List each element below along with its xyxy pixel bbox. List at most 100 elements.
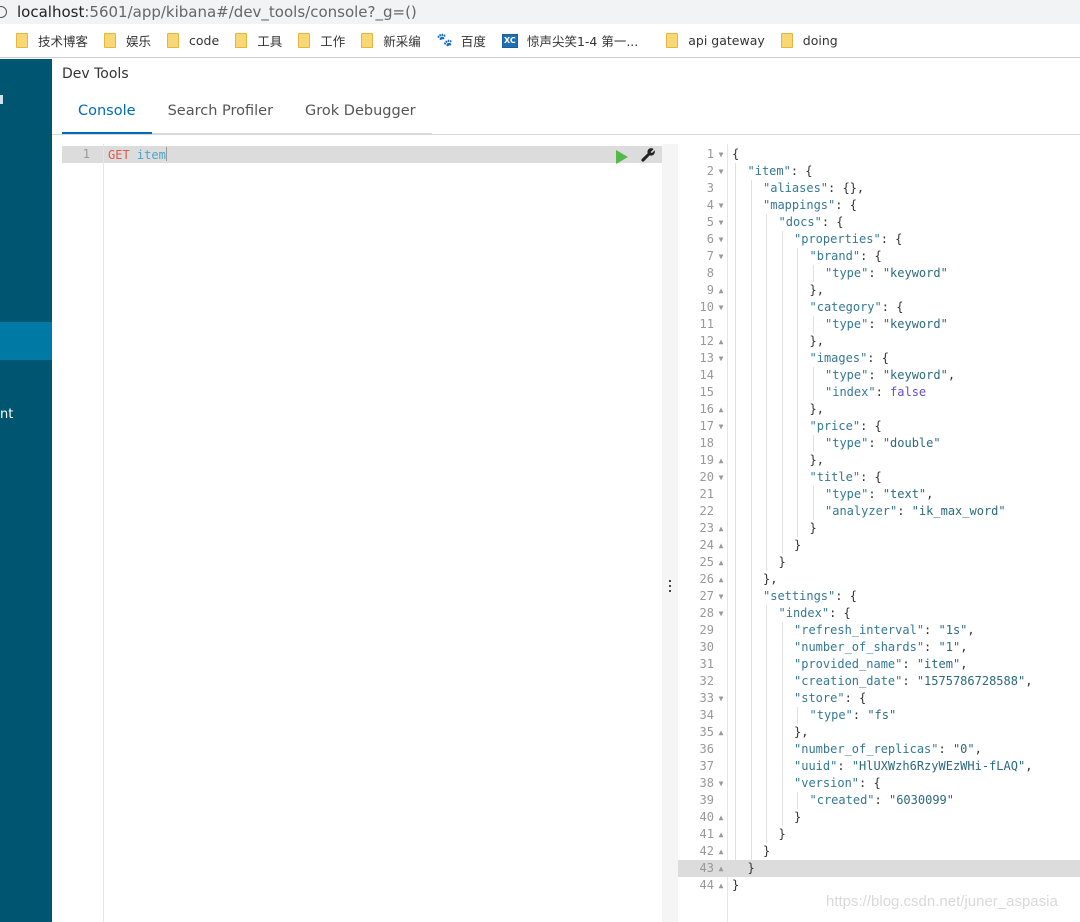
output-line: 43 ▲} — [678, 860, 1080, 877]
output-line: 6 ▼ "properties": { — [678, 231, 1080, 248]
fold-arrow-icon[interactable]: ▼ — [716, 248, 726, 265]
output-line: 16 ▲}, — [678, 401, 1080, 418]
bookmark-item[interactable]: api gateway — [666, 33, 765, 48]
json-punct: : { — [844, 691, 867, 705]
fold-arrow-icon[interactable]: ▼ — [716, 197, 726, 214]
line-number: 19 — [699, 453, 714, 467]
json-punct: } — [778, 555, 786, 569]
json-punct: : — [924, 640, 939, 654]
pane-resizer[interactable] — [662, 144, 678, 922]
unfold-arrow-icon[interactable]: ▲ — [716, 809, 726, 826]
bookmark-item[interactable]: 新采编 — [361, 31, 421, 50]
line-number: 1 — [82, 147, 90, 161]
fold-arrow-icon[interactable]: ▼ — [716, 163, 726, 180]
drag-handle-icon[interactable] — [669, 580, 671, 592]
tab-grok-debugger[interactable]: Grok Debugger — [289, 93, 432, 134]
output-line: 3 "aliases": {}, — [678, 180, 1080, 197]
json-text: } — [763, 843, 770, 860]
json-text: } — [779, 554, 786, 571]
json-punct: : { — [881, 300, 904, 314]
fold-arrow-icon[interactable]: ▼ — [716, 775, 726, 792]
url-path: :5601/app/kibana#/dev_tools/console?_g=(… — [84, 3, 417, 21]
fold-arrow-icon[interactable]: ▼ — [716, 214, 726, 231]
unfold-arrow-icon[interactable]: ▲ — [716, 401, 726, 418]
page-info-icon[interactable] — [0, 6, 7, 18]
output-line: 22 "analyzer": "ik_max_word" — [678, 503, 1080, 520]
json-punct: : — [902, 674, 917, 688]
fold-arrow-icon[interactable]: ▼ — [716, 299, 726, 316]
unfold-arrow-icon[interactable]: ▲ — [716, 877, 726, 894]
json-text: } — [748, 860, 755, 877]
bookmark-item[interactable]: 工作 — [298, 31, 345, 50]
fold-arrow-icon[interactable]: ▼ — [716, 469, 726, 486]
fold-arrow-icon[interactable]: ▼ — [716, 350, 726, 367]
output-line: 14 "type": "keyword", — [678, 367, 1080, 384]
unfold-arrow-icon[interactable]: ▲ — [716, 452, 726, 469]
unfold-arrow-icon[interactable]: ▲ — [716, 843, 726, 860]
request-editor[interactable]: 1 GET item — [62, 144, 662, 922]
output-line: 21 "type": "text", — [678, 486, 1080, 503]
request-path: item — [136, 148, 166, 162]
fold-arrow-icon[interactable]: ▼ — [716, 690, 726, 707]
json-key: "uuid" — [794, 759, 838, 773]
bookmark-item[interactable]: 娱乐 — [104, 31, 151, 50]
json-text: }, — [810, 333, 824, 350]
line-number: 35 — [699, 725, 714, 739]
unfold-arrow-icon[interactable]: ▲ — [716, 860, 726, 877]
unfold-arrow-icon[interactable]: ▲ — [716, 724, 726, 741]
bookmark-item[interactable]: 🐾 百度 — [437, 31, 486, 50]
fold-arrow-icon[interactable]: ▼ — [716, 588, 726, 605]
baidu-paw-icon: 🐾 — [436, 33, 453, 48]
json-punct: { — [732, 147, 740, 161]
wrench-icon[interactable] — [640, 147, 656, 163]
play-icon[interactable] — [616, 150, 628, 164]
sidebar-item-dev-tools[interactable] — [0, 322, 52, 360]
line-number: 5 — [706, 215, 714, 229]
fold-arrow-icon[interactable]: ▼ — [716, 146, 726, 163]
fold-arrow-icon[interactable]: ▼ — [716, 418, 726, 435]
bookmark-item[interactable]: XC 惊声尖笑1-4 第一... — [501, 31, 638, 50]
unfold-arrow-icon[interactable]: ▲ — [716, 571, 726, 588]
bookmark-item[interactable]: 工具 — [235, 31, 282, 50]
json-key: "version" — [794, 776, 860, 790]
json-punct: : — [868, 266, 883, 280]
bookmark-label: api gateway — [688, 33, 765, 48]
line-number: 43 — [699, 861, 714, 875]
json-punct: : — [868, 317, 883, 331]
json-key: "item" — [747, 164, 791, 178]
bookmark-item[interactable]: doing — [780, 33, 838, 48]
line-number: 7 — [706, 249, 714, 263]
response-output[interactable]: 1 ▼{2 ▼ "item": {3 "aliases": {}, 4 ▼ "mappings… — [678, 144, 1080, 922]
sidebar-partial-icon — [0, 95, 3, 104]
unfold-arrow-icon[interactable]: ▲ — [716, 554, 726, 571]
bookmarks-bar: 技术博客 娱乐 code 工具 工作 新采编 🐾 百度 XC 惊声尖笑1-4 第一... api g… — [0, 24, 1080, 58]
line-number: 20 — [699, 470, 714, 484]
tab-search-profiler[interactable]: Search Profiler — [152, 93, 289, 134]
output-line: 44 ▲} — [678, 877, 1080, 894]
json-punct: }, — [794, 725, 809, 739]
output-line: 17 ▼ "price": { — [678, 418, 1080, 435]
unfold-arrow-icon[interactable]: ▲ — [716, 333, 726, 350]
unfold-arrow-icon[interactable]: ▲ — [716, 537, 726, 554]
bookmark-item[interactable]: 技术博客 — [16, 31, 88, 50]
fold-arrow-icon[interactable]: ▼ — [716, 605, 726, 622]
json-text: }, — [794, 724, 808, 741]
json-text: "mappings": { — [763, 197, 857, 214]
json-text: "refresh_interval": "1s", — [794, 622, 975, 639]
request-line[interactable]: GET item — [108, 147, 167, 162]
unfold-arrow-icon[interactable]: ▲ — [716, 826, 726, 843]
unfold-arrow-icon[interactable]: ▲ — [716, 520, 726, 537]
json-text: "settings": { — [763, 588, 857, 605]
output-line: 28 ▼ "index": { — [678, 605, 1080, 622]
fold-arrow-icon[interactable]: ▼ — [716, 231, 726, 248]
line-number: 32 — [699, 674, 714, 688]
json-punct: : — [837, 759, 852, 773]
bookmark-item[interactable]: code — [167, 33, 219, 48]
address-bar[interactable]: localhost:5601/app/kibana#/dev_tools/con… — [0, 0, 1080, 24]
sidebar-item-label[interactable]: nt — [0, 407, 13, 422]
tab-console[interactable]: Console — [62, 93, 152, 134]
unfold-arrow-icon[interactable]: ▲ — [716, 282, 726, 299]
json-punct: : { — [829, 606, 851, 620]
json-key: "images" — [809, 351, 868, 365]
json-punct: : { — [860, 470, 882, 484]
